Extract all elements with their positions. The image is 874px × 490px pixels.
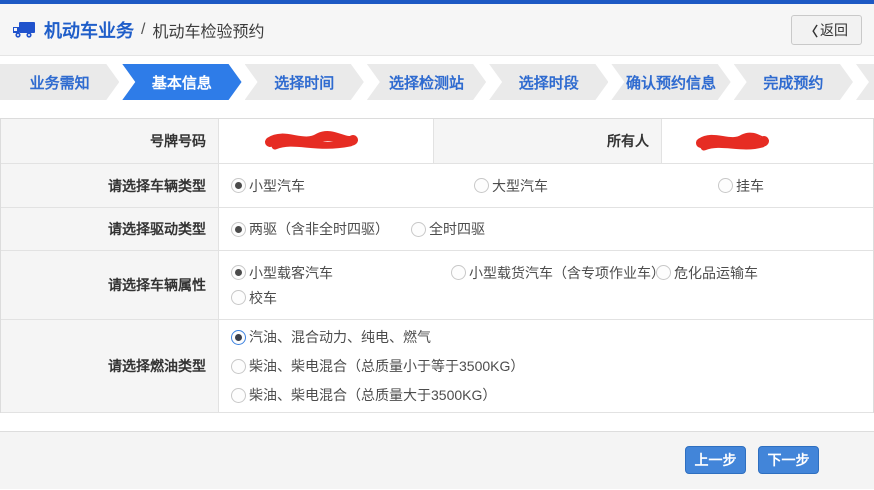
radio-option-label: 全时四驱 (429, 219, 485, 239)
step-label: 确认预约信息 (626, 72, 716, 93)
drive-type-label: 请选择驱动类型 (1, 208, 219, 250)
table-row-plate-owner: 号牌号码 所有人 (1, 119, 873, 164)
table-row-vehicle-attribute: 请选择车辆属性 小型载客汽车 小型载货汽车（含专项作业车） 危化品运输车 (1, 251, 873, 320)
back-chevron-icon: 〈 (805, 21, 818, 40)
owner-value (662, 119, 873, 163)
table-row-fuel-type: 请选择燃油类型 汽油、混合动力、纯电、燃气 柴油、柴电混合（总质量小于等于350… (1, 320, 873, 413)
step-label: 选择时段 (519, 72, 579, 93)
radio-option-label: 小型载货汽车（含专项作业车） (469, 263, 665, 283)
radio-unselected-icon (231, 388, 246, 403)
radio-unselected-icon (231, 359, 246, 374)
vehicle-attribute-label: 请选择车辆属性 (1, 251, 219, 319)
redaction-scribble (694, 128, 770, 156)
breadcrumb-current: 机动车检验预约 (152, 18, 264, 42)
page-title: 机动车业务 (44, 17, 134, 43)
radio-option-large-car[interactable]: 大型汽车 (474, 176, 718, 196)
next-step-button[interactable]: 下一步 (758, 446, 819, 474)
radio-option-label: 危化品运输车 (674, 263, 758, 283)
back-button-label: 返回 (820, 20, 848, 40)
radio-option-hazmat-transport[interactable]: 危化品运输车 (656, 263, 758, 283)
radio-unselected-icon (474, 178, 489, 193)
step-tab-confirm-info[interactable]: 确认预约信息 (611, 64, 730, 100)
radio-selected-icon (231, 222, 246, 237)
radio-option-label: 校车 (249, 288, 277, 308)
step-tab-finish[interactable]: 完成预约 (734, 64, 853, 100)
step-tab-choose-time[interactable]: 选择时间 (245, 64, 364, 100)
radio-option-label: 挂车 (736, 176, 764, 196)
radio-option-full-time-4wd[interactable]: 全时四驱 (411, 219, 485, 239)
table-row-vehicle-type: 请选择车辆类型 小型汽车 大型汽车 挂车 (1, 164, 873, 208)
radio-option-trailer[interactable]: 挂车 (718, 176, 764, 196)
step-label: 完成预约 (763, 72, 823, 93)
back-button[interactable]: 〈 返回 (791, 15, 862, 45)
step-tab-business-notice[interactable]: 业务需知 (0, 64, 119, 100)
radio-option-diesel-under-3500kg[interactable]: 柴油、柴电混合（总质量小于等于3500KG） (231, 356, 524, 376)
radio-unselected-icon (656, 265, 671, 280)
step-tab-choose-slot[interactable]: 选择时段 (489, 64, 608, 100)
step-tab-choose-station[interactable]: 选择检测站 (367, 64, 486, 100)
vehicle-type-label: 请选择车辆类型 (1, 164, 219, 207)
table-row-drive-type: 请选择驱动类型 两驱（含非全时四驱） 全时四驱 (1, 208, 873, 251)
step-tab-filler (856, 64, 874, 100)
radio-option-label: 汽油、混合动力、纯电、燃气 (249, 327, 431, 347)
radio-option-small-passenger[interactable]: 小型载客汽车 (231, 263, 451, 283)
previous-step-button[interactable]: 上一步 (685, 446, 746, 474)
fuel-type-label: 请选择燃油类型 (1, 320, 219, 412)
radio-unselected-icon (451, 265, 466, 280)
radio-option-label: 小型载客汽车 (249, 263, 333, 283)
radio-option-two-wheel-drive[interactable]: 两驱（含非全时四驱） (231, 219, 411, 239)
truck-icon (12, 21, 36, 39)
radio-option-diesel-over-3500kg[interactable]: 柴油、柴电混合（总质量大于3500KG） (231, 385, 496, 405)
radio-selected-icon (231, 178, 246, 193)
steps-bar: 业务需知 基本信息 选择时间 选择检测站 选择时段 确认预约信息 完成预约 (0, 64, 874, 100)
plate-number-value (219, 119, 434, 163)
radio-option-label: 两驱（含非全时四驱） (249, 219, 389, 239)
radio-option-label: 小型汽车 (249, 176, 305, 196)
step-label: 业务需知 (30, 72, 90, 93)
radio-option-label: 柴油、柴电混合（总质量小于等于3500KG） (249, 356, 524, 376)
radio-unselected-icon (231, 290, 246, 305)
radio-selected-icon (231, 330, 246, 345)
step-label: 基本信息 (152, 72, 212, 93)
radio-selected-icon (231, 265, 246, 280)
step-tab-basic-info[interactable]: 基本信息 (122, 64, 241, 100)
breadcrumb-divider: / (141, 21, 145, 39)
radio-option-small-cargo[interactable]: 小型载货汽车（含专项作业车） (451, 263, 656, 283)
footer-bar: 上一步 下一步 (0, 431, 874, 489)
owner-label: 所有人 (434, 119, 662, 163)
radio-unselected-icon (411, 222, 426, 237)
radio-option-small-car[interactable]: 小型汽车 (231, 176, 474, 196)
radio-option-label: 柴油、柴电混合（总质量大于3500KG） (249, 385, 496, 405)
plate-number-label: 号牌号码 (1, 119, 219, 163)
page-header: 机动车业务 / 机动车检验预约 〈 返回 (0, 4, 874, 56)
radio-option-school-bus[interactable]: 校车 (231, 288, 277, 308)
step-label: 选择时间 (274, 72, 334, 93)
redaction-scribble (263, 128, 359, 154)
radio-unselected-icon (718, 178, 733, 193)
radio-option-label: 大型汽车 (492, 176, 548, 196)
radio-option-gasoline-hybrid-electric-gas[interactable]: 汽油、混合动力、纯电、燃气 (231, 327, 431, 347)
step-label: 选择检测站 (389, 72, 464, 93)
appointment-form-table: 号牌号码 所有人 请选择车辆类型 小型汽车 大型汽车 (0, 118, 874, 413)
